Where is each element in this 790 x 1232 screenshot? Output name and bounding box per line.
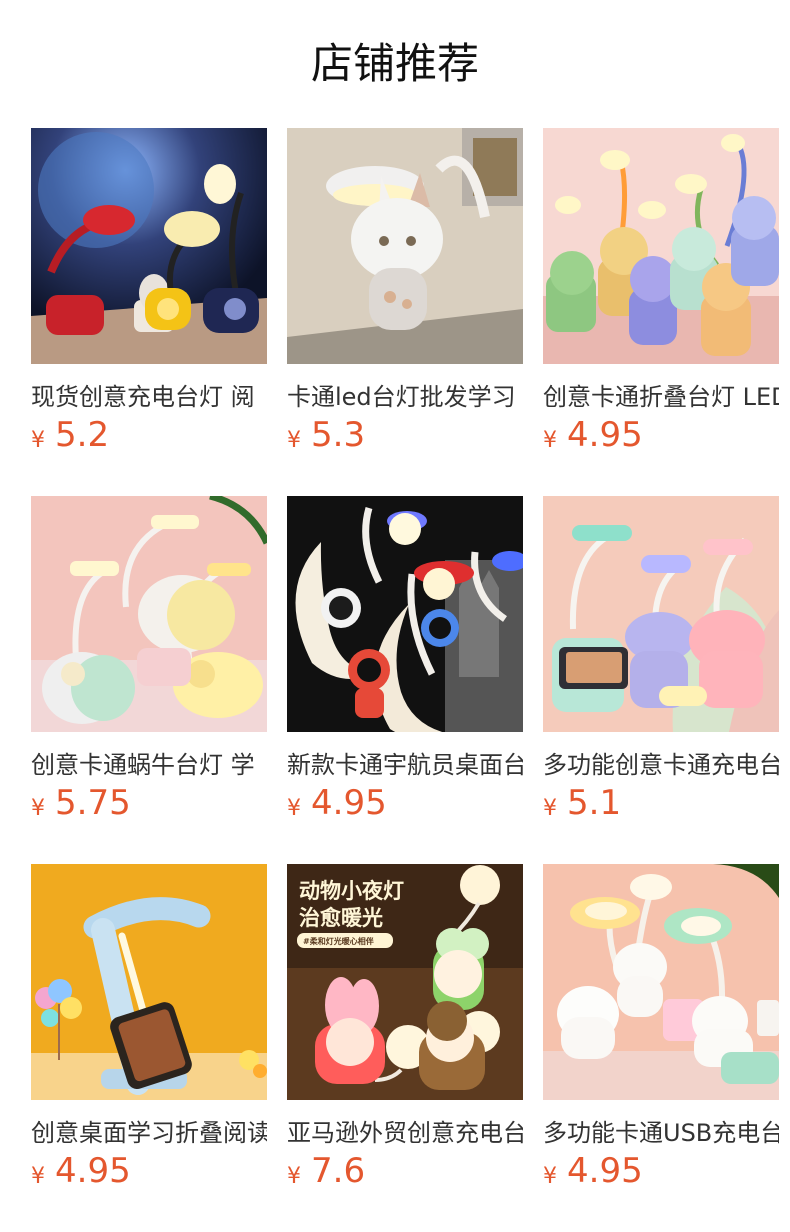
page-title: 店铺推荐 — [310, 39, 479, 88]
cat-phone-stand-lamps-icon — [543, 496, 779, 732]
currency-symbol-7: ¥ — [31, 1164, 45, 1189]
product-card-5[interactable]: 新款卡通宇航员桌面台 ¥ 4.95 — [287, 496, 523, 864]
product-price-line-5: ¥ 4.95 — [287, 786, 523, 830]
astronaut-moon-lamps-icon — [287, 496, 523, 732]
product-image-7[interactable] — [31, 864, 267, 1100]
product-card-6[interactable]: 多功能创意卡通充电台 ¥ 5.1 — [543, 496, 779, 864]
product-image-5[interactable] — [287, 496, 523, 732]
product-card-8[interactable]: 动物小夜灯 治愈暖光 #柔和灯光暖心相伴 亚马逊外贸创意充电台 ¥ 7.6 — [287, 864, 523, 1232]
product-card-4[interactable]: 创意卡通蜗牛台灯 学 ¥ 5.75 — [31, 496, 267, 864]
product-image-2[interactable] — [287, 128, 523, 364]
product-card-2[interactable]: 卡通led台灯批发学习 ¥ 5.3 — [287, 128, 523, 496]
product-name-7[interactable]: 创意桌面学习折叠阅读 — [31, 1116, 267, 1150]
product-row-3: 创意桌面学习折叠阅读 ¥ 4.95 动物小夜灯 治愈暖光 #柔和灯光暖心相伴 亚… — [0, 864, 790, 1232]
product-name-4[interactable]: 创意卡通蜗牛台灯 学 — [31, 748, 267, 782]
product-image-8[interactable]: 动物小夜灯 治愈暖光 #柔和灯光暖心相伴 — [287, 864, 523, 1100]
product-image-4[interactable] — [31, 496, 267, 732]
product-price-line-2: ¥ 5.3 — [287, 418, 523, 462]
product-image-3[interactable] — [543, 128, 779, 364]
snail-lamps-icon — [31, 496, 267, 732]
product-grid: 现货创意充电台灯 阅 ¥ 5.2 卡通led台灯批发学习 ¥ 5.3 创意卡通折… — [0, 128, 790, 1232]
currency-symbol-9: ¥ — [543, 1164, 557, 1189]
night-light-tag: #柔和灯光暖心相伴 — [303, 936, 374, 946]
currency-symbol-8: ¥ — [287, 1164, 301, 1189]
product-price-line-1: ¥ 5.2 — [31, 418, 267, 462]
folding-phone-lamp-icon — [31, 864, 267, 1100]
product-name-1[interactable]: 现货创意充电台灯 阅 — [31, 380, 267, 414]
product-price-4: 5.75 — [55, 783, 131, 823]
product-price-5: 4.95 — [311, 783, 387, 823]
product-image-6[interactable] — [543, 496, 779, 732]
product-name-5[interactable]: 新款卡通宇航员桌面台 — [287, 748, 523, 782]
product-card-7[interactable]: 创意桌面学习折叠阅读 ¥ 4.95 — [31, 864, 267, 1232]
product-name-9[interactable]: 多功能卡通USB充电台 — [543, 1116, 779, 1150]
currency-symbol-1: ¥ — [31, 428, 45, 453]
product-name-8[interactable]: 亚马逊外贸创意充电台 — [287, 1116, 523, 1150]
currency-symbol-2: ¥ — [287, 428, 301, 453]
currency-symbol-6: ¥ — [543, 796, 557, 821]
product-price-line-7: ¥ 4.95 — [31, 1154, 267, 1198]
product-price-6: 5.1 — [567, 783, 622, 823]
product-price-line-8: ¥ 7.6 — [287, 1154, 523, 1198]
product-image-1[interactable] — [31, 128, 267, 364]
currency-symbol-3: ¥ — [543, 428, 557, 453]
product-image-9[interactable] — [543, 864, 779, 1100]
product-name-3[interactable]: 创意卡通折叠台灯 LED — [543, 380, 779, 414]
product-price-9: 4.95 — [567, 1151, 643, 1191]
product-price-7: 4.95 — [55, 1151, 131, 1191]
night-light-headline-1: 动物小夜灯 — [299, 879, 404, 903]
night-light-figures-icon: 动物小夜灯 治愈暖光 #柔和灯光暖心相伴 — [287, 864, 523, 1100]
bear-usb-lamps-icon — [543, 864, 779, 1100]
night-light-headline-2: 治愈暖光 — [299, 906, 383, 930]
product-row-2: 创意卡通蜗牛台灯 学 ¥ 5.75 新款卡通宇航员桌面台 ¥ 4.95 多功能创… — [0, 496, 790, 864]
product-card-3[interactable]: 创意卡通折叠台灯 LED ¥ 4.95 — [543, 128, 779, 496]
product-price-1: 5.2 — [55, 415, 110, 455]
product-row-1: 现货创意充电台灯 阅 ¥ 5.2 卡通led台灯批发学习 ¥ 5.3 创意卡通折… — [0, 128, 790, 496]
product-price-2: 5.3 — [311, 415, 366, 455]
animal-pen-lamps-icon — [543, 128, 779, 364]
product-price-line-4: ¥ 5.75 — [31, 786, 267, 830]
product-name-2[interactable]: 卡通led台灯批发学习 — [287, 380, 523, 414]
bunny-lamp-icon — [287, 128, 523, 364]
space-lamp-trio-icon — [31, 128, 267, 364]
product-price-line-3: ¥ 4.95 — [543, 418, 779, 462]
product-price-line-9: ¥ 4.95 — [543, 1154, 779, 1198]
product-price-3: 4.95 — [567, 415, 643, 455]
currency-symbol-5: ¥ — [287, 796, 301, 821]
product-name-6[interactable]: 多功能创意卡通充电台 — [543, 748, 779, 782]
product-price-line-6: ¥ 5.1 — [543, 786, 779, 830]
product-card-9[interactable]: 多功能卡通USB充电台 ¥ 4.95 — [543, 864, 779, 1232]
currency-symbol-4: ¥ — [31, 796, 45, 821]
recommendation-page: 店铺推荐 现货创意充电台灯 阅 ¥ 5.2 卡通led台灯批发学习 ¥ 5.3 … — [0, 0, 790, 1232]
product-price-8: 7.6 — [311, 1151, 366, 1191]
product-card-1[interactable]: 现货创意充电台灯 阅 ¥ 5.2 — [31, 128, 267, 496]
